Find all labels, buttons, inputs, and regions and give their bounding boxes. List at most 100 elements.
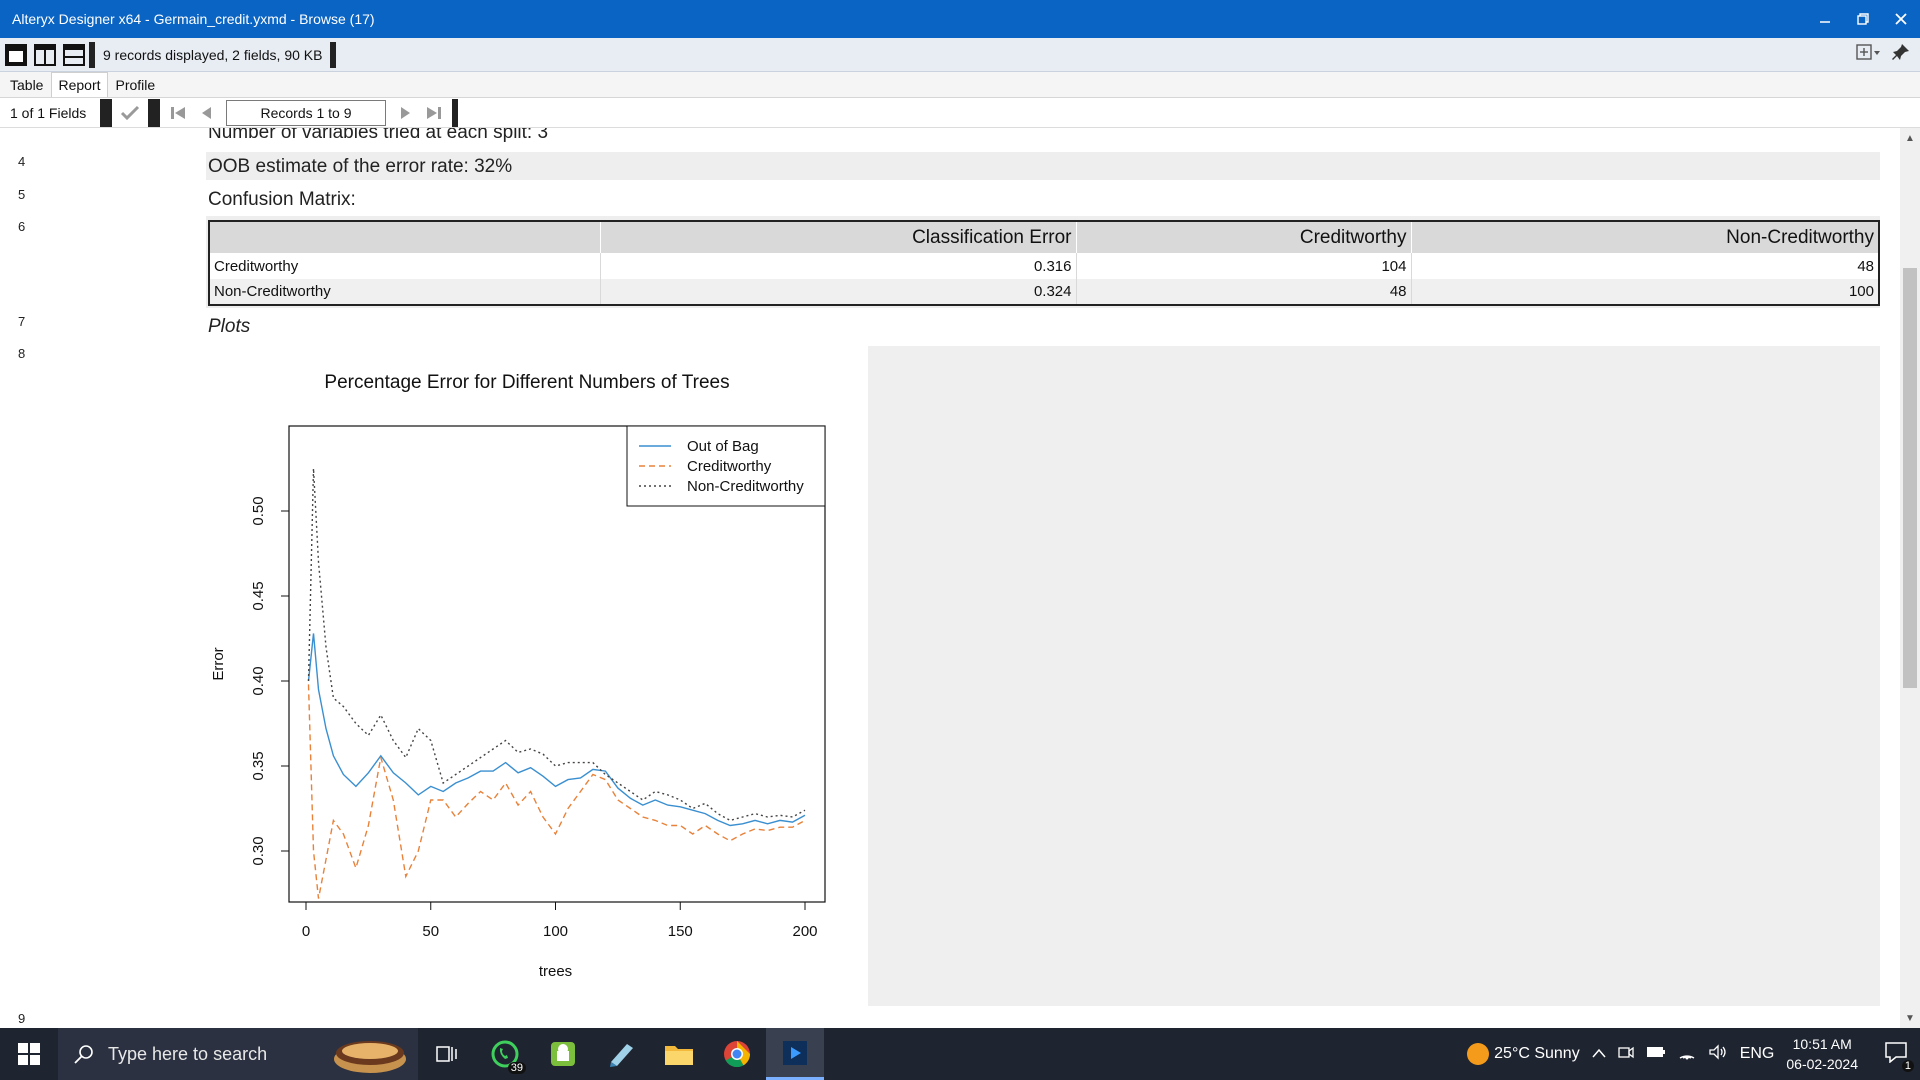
table-cell: 48	[1076, 279, 1412, 305]
notifications-button[interactable]: 1	[1884, 1041, 1914, 1072]
report-row-plots-label: Plots	[208, 316, 251, 337]
series-line-0	[307, 633, 806, 827]
taskbar-app-notes[interactable]	[592, 1028, 650, 1080]
task-view-icon	[436, 1046, 457, 1062]
window-title: Alteryx Designer x64 - Germain_credit.yx…	[12, 11, 375, 27]
start-button[interactable]	[0, 1028, 58, 1080]
task-view-button[interactable]	[418, 1028, 476, 1080]
field-navigation: 1 of 1 Fields Records 1 to 9	[0, 98, 1920, 128]
show-hidden-icons-button[interactable]	[1592, 1045, 1606, 1063]
restore-button[interactable]	[1844, 0, 1882, 38]
meet-now-icon[interactable]	[1618, 1044, 1634, 1065]
y-tick-label: 0.30	[250, 836, 267, 865]
pin-icon	[1892, 44, 1909, 60]
scroll-thumb[interactable]	[1903, 268, 1917, 688]
search-icon	[74, 1045, 93, 1064]
table-header-row: Classification Error Creditworthy Non-Cr…	[209, 221, 1880, 253]
layout-grid-icon	[1856, 44, 1880, 60]
taskbar-app-alteryx[interactable]	[766, 1028, 824, 1080]
taskbar-app-android[interactable]	[534, 1028, 592, 1080]
y-tick-label: 0.35	[250, 751, 267, 780]
next-icon	[401, 106, 410, 119]
language-indicator[interactable]: ENG	[1740, 1045, 1775, 1063]
y-axis-label: Error	[210, 647, 227, 680]
notification-count: 1	[1901, 1059, 1914, 1072]
x-tick-label: 200	[792, 923, 817, 940]
split-horizontal-button[interactable]	[61, 42, 87, 68]
clock-date: 06-02-2024	[1786, 1056, 1858, 1072]
network-indicator[interactable]	[1678, 1044, 1696, 1065]
single-view-button[interactable]	[3, 42, 29, 68]
restore-icon	[1857, 13, 1869, 25]
volume-indicator[interactable]	[1708, 1043, 1728, 1065]
tab-report[interactable]: Report	[51, 72, 108, 97]
chevron-up-icon	[1592, 1048, 1606, 1058]
notes-app-icon	[610, 1044, 633, 1067]
tab-profile[interactable]: Profile	[110, 73, 162, 97]
x-tick-label: 100	[543, 923, 568, 940]
taskbar-app-chrome[interactable]	[708, 1028, 766, 1080]
minimize-button[interactable]	[1806, 0, 1844, 38]
plot-row-background	[868, 346, 1880, 1006]
vertical-scrollbar[interactable]: ▲ ▼	[1900, 128, 1920, 1028]
title-bar: Alteryx Designer x64 - Germain_credit.yx…	[0, 0, 1920, 38]
table-cell: 48	[1411, 253, 1880, 279]
split-vertical-button[interactable]	[32, 42, 58, 68]
row-number: 7	[18, 314, 26, 329]
report-view: Number of variables tried at each split:…	[0, 128, 1900, 1028]
table-cell: 104	[1076, 253, 1412, 279]
first-record-button[interactable]	[164, 99, 192, 127]
system-tray: 25°C Sunny ENG 10:51 AM 06-02-2024 1	[1466, 1034, 1920, 1074]
single-pane-icon	[5, 43, 27, 66]
next-record-button[interactable]	[392, 99, 420, 127]
close-button[interactable]	[1882, 0, 1920, 38]
taskbar-app-file-explorer[interactable]	[650, 1028, 708, 1080]
toolbar-separator	[330, 41, 337, 68]
report-row-variables: Number of variables tried at each split:…	[208, 128, 549, 143]
legend-label: Creditworthy	[687, 458, 772, 475]
series-line-1	[307, 684, 806, 899]
browse-toolbar: 9 records displayed, 2 fields, 90 KB	[0, 38, 1920, 72]
records-range-box[interactable]: Records 1 to 9	[226, 99, 386, 126]
last-record-button[interactable]	[420, 99, 448, 127]
scroll-down-button[interactable]: ▼	[1900, 1008, 1920, 1028]
taskbar-search[interactable]: Type here to search	[58, 1028, 418, 1080]
table-cell: 0.324	[600, 279, 1077, 305]
alteryx-icon	[783, 1040, 807, 1065]
tab-table[interactable]: Table	[4, 73, 49, 97]
previous-record-button[interactable]	[192, 99, 220, 127]
x-tick-label: 50	[422, 923, 439, 940]
pie-highlight-icon	[334, 1041, 406, 1073]
whatsapp-badge: 39	[507, 1062, 526, 1074]
view-tabs: Table Report Profile	[0, 72, 1920, 98]
select-fields-button[interactable]	[116, 99, 144, 127]
battery-indicator[interactable]	[1646, 1045, 1666, 1063]
folder-icon	[665, 1046, 693, 1065]
field-count: 1 of 1 Fields	[10, 104, 87, 121]
weather-widget[interactable]: 25°C Sunny	[1466, 1042, 1580, 1066]
nav-separator	[148, 98, 160, 127]
pin-button[interactable]	[1892, 43, 1910, 66]
confusion-matrix-table: Classification Error Creditworthy Non-Cr…	[208, 220, 1880, 306]
report-row-oob-estimate: OOB estimate of the error rate: 32%	[208, 156, 513, 177]
layout-dropdown-button[interactable]	[1856, 43, 1882, 66]
nav-separator	[452, 98, 458, 127]
records-info: 9 records displayed, 2 fields, 90 KB	[103, 46, 323, 63]
taskbar-clock[interactable]: 10:51 AM 06-02-2024	[1786, 1034, 1858, 1074]
report-row-confusion-label: Confusion Matrix:	[208, 189, 356, 210]
split-horizontal-icon	[63, 43, 85, 66]
table-header: Non-Creditworthy	[1411, 221, 1880, 253]
plot-panel: Percentage Error for Different Numbers o…	[207, 346, 868, 1006]
scroll-up-button[interactable]: ▲	[1900, 128, 1920, 148]
table-header: Classification Error	[600, 221, 1077, 253]
row-number: 4	[18, 154, 26, 169]
x-tick-label: 0	[302, 923, 310, 940]
skip-last-icon	[427, 106, 441, 119]
speaker-icon	[1709, 1043, 1726, 1060]
table-cell: Creditworthy	[209, 253, 601, 279]
toolbar-right	[1856, 43, 1920, 66]
close-icon	[1895, 13, 1907, 25]
skip-first-icon	[171, 106, 185, 119]
taskbar-app-whatsapp[interactable]: 39	[476, 1028, 534, 1080]
sun-icon	[1466, 1043, 1489, 1065]
